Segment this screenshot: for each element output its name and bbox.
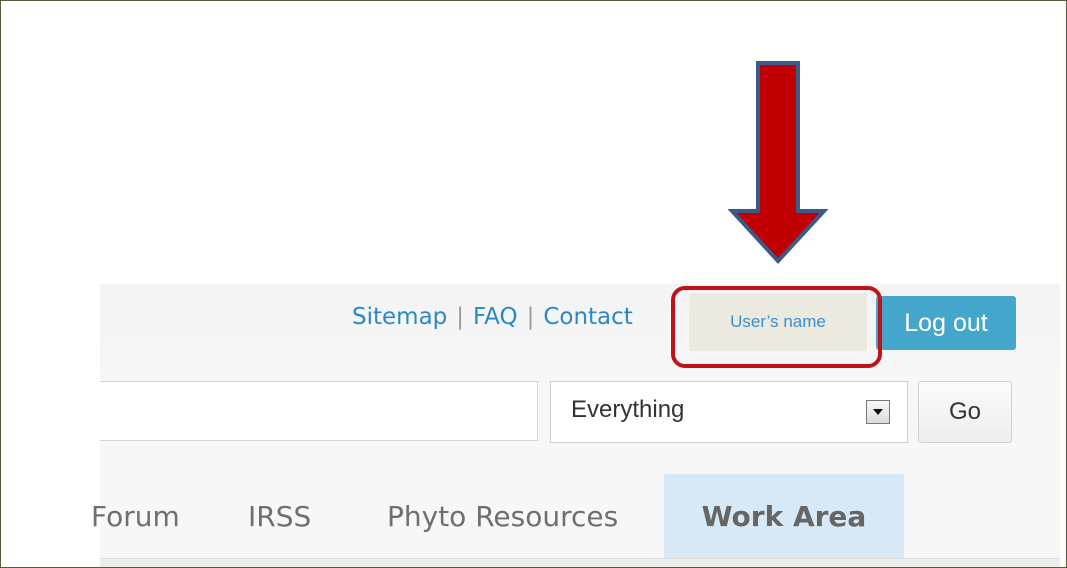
utility-links: Sitemap | FAQ | Contact bbox=[352, 304, 633, 330]
sitemap-link[interactable]: Sitemap bbox=[352, 304, 447, 330]
web-page-header: Sitemap | FAQ | Contact User’s name Log out … bbox=[91, 284, 1060, 567]
search-scope-value: Everything bbox=[571, 396, 685, 423]
search-input[interactable] bbox=[100, 381, 538, 441]
nav-item-work-area[interactable]: Work Area bbox=[664, 474, 904, 558]
screenshot-frame: Sitemap | FAQ | Contact User’s name Log out … bbox=[0, 0, 1067, 568]
dropdown-arrow-icon[interactable] bbox=[866, 400, 890, 424]
nav-item-forum[interactable]: Forum bbox=[91, 474, 180, 558]
faq-link[interactable]: FAQ bbox=[473, 304, 518, 330]
go-button[interactable]: Go bbox=[918, 381, 1012, 443]
logout-button[interactable]: Log out bbox=[876, 296, 1016, 350]
main-nav: Forum IRSS Phyto Resources Work Area bbox=[91, 474, 1060, 558]
link-separator: | bbox=[456, 304, 465, 330]
nav-item-irss[interactable]: IRSS bbox=[248, 474, 311, 558]
contact-link[interactable]: Contact bbox=[543, 304, 632, 330]
nav-bottom-border bbox=[100, 558, 1060, 567]
nav-item-phyto-resources[interactable]: Phyto Resources bbox=[387, 474, 618, 558]
annotation-highlight-box bbox=[671, 286, 882, 368]
annotation-arrow-down-icon bbox=[728, 61, 828, 264]
search-scope-select[interactable]: Everything bbox=[550, 381, 908, 443]
link-separator: | bbox=[526, 304, 535, 330]
